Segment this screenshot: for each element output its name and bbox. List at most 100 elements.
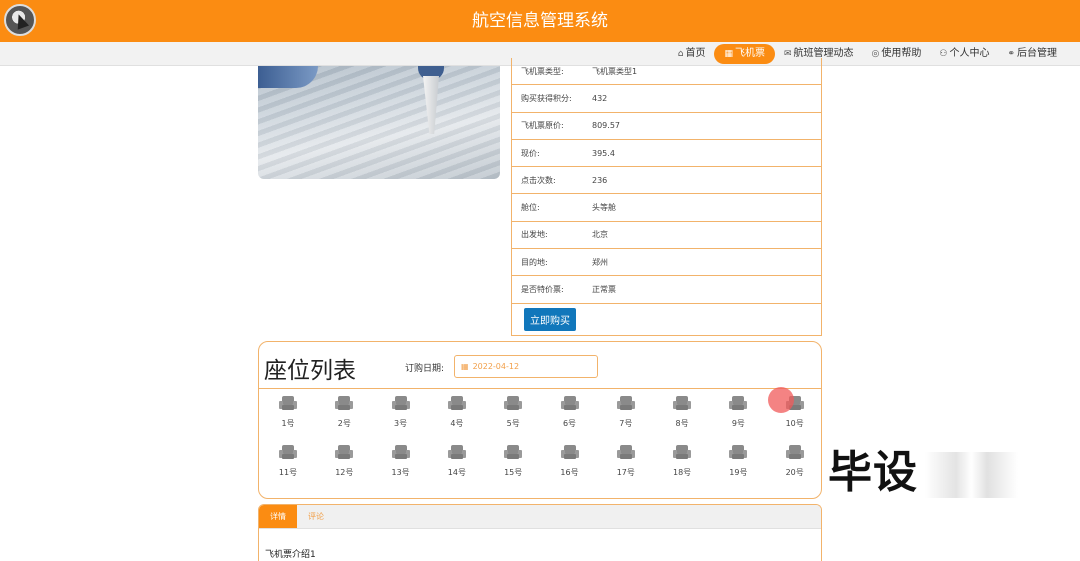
nav-icon: ⚭ xyxy=(1007,49,1015,59)
seat-icon xyxy=(785,444,804,464)
cursor-indicator xyxy=(768,387,794,413)
buy-row: 立即购买 xyxy=(512,304,821,335)
watermark-fade xyxy=(925,452,1080,498)
info-value: 北京 xyxy=(592,230,608,240)
seat-label: 10号 xyxy=(785,419,804,428)
info-value: 395.4 xyxy=(592,148,615,158)
info-row: 是否特价票: 正常票 xyxy=(512,276,821,304)
info-value: 236 xyxy=(592,175,608,185)
seat-icon xyxy=(616,444,635,464)
info-row: 点击次数: 236 xyxy=(512,167,821,195)
nav-icon: ◎ xyxy=(871,49,880,59)
seat-icon xyxy=(447,395,466,415)
seat-item[interactable]: 7号 xyxy=(606,395,646,431)
seat-item[interactable]: 16号 xyxy=(550,444,590,480)
seat-label: 1号 xyxy=(281,419,295,428)
seat-label: 14号 xyxy=(447,468,466,477)
seat-item[interactable]: 18号 xyxy=(662,444,702,480)
seat-icon xyxy=(673,395,692,415)
seat-icon xyxy=(391,444,410,464)
info-key: 购买获得积分: xyxy=(521,93,572,103)
seat-item[interactable]: 4号 xyxy=(437,395,477,431)
seat-item[interactable]: 20号 xyxy=(775,444,815,480)
nav-icon: ⚇ xyxy=(939,49,948,59)
seat-item[interactable]: 17号 xyxy=(606,444,646,480)
order-date-label: 订购日期: xyxy=(405,364,445,374)
seat-icon xyxy=(729,444,748,464)
seat-list-panel: 座位列表 订购日期: ▦ 2022-04-12 1号 2号 3号 4号 5号 6号 7号 8号… xyxy=(258,341,822,499)
seat-list-title: 座位列表 xyxy=(264,358,356,384)
app-header: 航空信息管理系统 xyxy=(0,0,1080,42)
seat-item[interactable]: 6号 xyxy=(550,395,590,431)
info-key: 点击次数: xyxy=(521,175,556,185)
info-value: 头等舱 xyxy=(592,203,616,213)
seat-item[interactable]: 5号 xyxy=(493,395,533,431)
seat-label: 9号 xyxy=(731,419,745,428)
seat-item[interactable]: 3号 xyxy=(381,395,421,431)
seat-label: 8号 xyxy=(675,419,689,428)
nav-item-3[interactable]: ◎ 使用帮助 xyxy=(863,44,931,64)
seat-item[interactable]: 12号 xyxy=(324,444,364,480)
order-date-input[interactable]: ▦ 2022-04-12 xyxy=(454,355,598,378)
nav-label: 使用帮助 xyxy=(881,48,922,59)
info-row: 飞机票类型: 飞机票类型1 xyxy=(512,58,821,86)
seat-list-header: 座位列表 订购日期: ▦ 2022-04-12 xyxy=(259,342,821,389)
nav-label: 个人中心 xyxy=(949,48,990,59)
nav-item-4[interactable]: ⚇ 个人中心 xyxy=(930,44,998,64)
seat-label: 6号 xyxy=(562,419,577,428)
info-key: 现价: xyxy=(521,148,540,158)
seat-icon xyxy=(335,395,354,415)
seat-label: 4号 xyxy=(450,419,464,428)
seat-icon xyxy=(335,444,354,464)
seat-item[interactable]: 9号 xyxy=(718,395,758,431)
info-value: 飞机票类型1 xyxy=(592,66,638,76)
seat-label: 15号 xyxy=(504,468,523,477)
watermark: 毕设 xyxy=(828,447,918,498)
seat-label: 2号 xyxy=(337,419,351,428)
seat-item[interactable]: 13号 xyxy=(381,444,421,480)
detail-tab-0[interactable]: 详情 xyxy=(259,505,297,528)
seat-label: 3号 xyxy=(394,419,408,428)
seat-label: 16号 xyxy=(560,468,579,477)
buy-now-button[interactable]: 立即购买 xyxy=(524,307,576,331)
info-value: 432 xyxy=(592,93,608,103)
seat-icon xyxy=(616,395,635,415)
info-key: 飞机票类型: xyxy=(521,66,564,76)
seat-label: 13号 xyxy=(391,468,410,477)
seat-label: 11号 xyxy=(278,468,298,477)
info-key: 目的地: xyxy=(521,257,548,267)
calendar-icon: ▦ xyxy=(461,362,469,371)
info-row: 购买获得积分: 432 xyxy=(512,85,821,113)
detail-panel: 详情 评论 飞机票介绍1 xyxy=(258,504,822,561)
seat-icon xyxy=(447,444,466,464)
detail-tabs: 详情 评论 xyxy=(259,505,821,529)
seat-icon xyxy=(560,444,579,464)
seat-item[interactable]: 15号 xyxy=(493,444,533,480)
order-date-value: 2022-04-12 xyxy=(472,362,520,371)
seat-icon xyxy=(560,395,579,415)
nav-label: 后台管理 xyxy=(1017,48,1057,59)
info-value: 正常票 xyxy=(592,285,616,295)
info-row: 目的地: 郑州 xyxy=(512,249,821,277)
ticket-image xyxy=(258,66,500,179)
seat-item[interactable]: 2号 xyxy=(324,395,364,431)
seat-icon xyxy=(279,444,297,464)
info-row: 出发地: 北京 xyxy=(512,222,821,250)
seat-item[interactable]: 19号 xyxy=(718,444,758,480)
seat-icon xyxy=(673,444,692,464)
seat-item[interactable]: 14号 xyxy=(437,444,477,480)
info-value: 郑州 xyxy=(592,257,608,267)
info-row: 飞机票原价: 809.57 xyxy=(512,113,821,140)
seat-icon xyxy=(391,395,410,415)
ticket-description: 飞机票介绍1 xyxy=(265,550,316,560)
ticket-info-table: 飞机票类型: 飞机票类型1 购买获得积分: 432 飞机票原价: 809.57 现价: 395… xyxy=(511,58,822,336)
seat-item[interactable]: 1号 xyxy=(268,395,308,431)
seat-item[interactable]: 11号 xyxy=(268,444,308,480)
info-row: 现价: 395.4 xyxy=(512,140,821,168)
detail-tab-1[interactable]: 评论 xyxy=(297,505,335,528)
nav-item-5[interactable]: ⚭ 后台管理 xyxy=(998,44,1066,64)
seat-icon xyxy=(279,395,297,415)
app-title: 航空信息管理系统 xyxy=(472,11,608,31)
seat-item[interactable]: 8号 xyxy=(662,395,702,431)
seat-label: 18号 xyxy=(673,468,692,477)
